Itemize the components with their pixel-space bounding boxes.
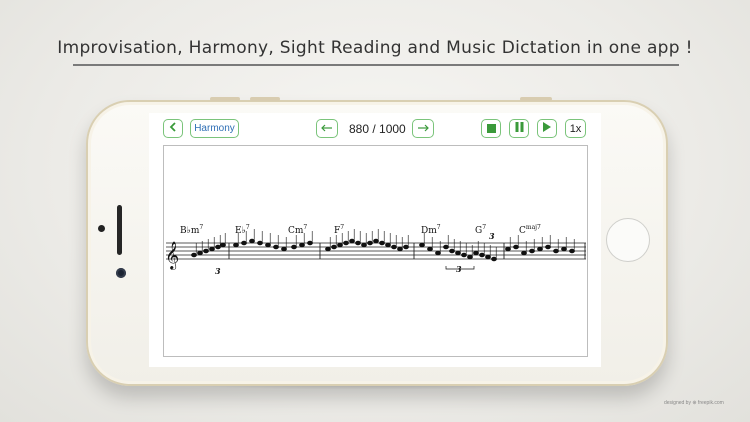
back-button[interactable]	[163, 119, 183, 138]
note-head	[307, 240, 313, 246]
note-head	[299, 242, 305, 248]
tuplet-label: 3	[489, 231, 495, 241]
mode-button[interactable]: Harmony	[190, 119, 239, 138]
music-staff: 𝄞 3 3 3	[165, 229, 586, 276]
treble-clef-icon: 𝄞	[165, 241, 179, 270]
note-head	[373, 238, 379, 244]
note-head	[367, 240, 373, 246]
note-head	[435, 250, 441, 256]
previous-exercise-button[interactable]	[316, 119, 338, 138]
note-head	[461, 252, 467, 258]
note-head	[281, 246, 287, 252]
note-group	[191, 229, 575, 262]
note-head	[343, 240, 349, 246]
stop-button[interactable]	[481, 119, 501, 138]
play-button[interactable]	[537, 119, 557, 138]
pause-icon	[515, 122, 524, 135]
note-head	[265, 242, 271, 248]
note-head	[479, 252, 485, 258]
proximity-sensor	[98, 225, 105, 232]
arrow-right-icon	[417, 123, 429, 135]
note-head	[379, 240, 385, 246]
power-button	[520, 97, 552, 101]
note-head	[249, 238, 255, 244]
headline-divider	[73, 64, 679, 66]
speaker-grille	[117, 205, 122, 255]
note-head	[361, 242, 367, 248]
note-head	[241, 240, 247, 246]
image-credit: designed by ⊕ freepik.com	[664, 400, 724, 406]
note-head	[521, 250, 527, 256]
note-head	[419, 242, 425, 248]
note-head	[397, 246, 403, 252]
mode-label: Harmony	[194, 123, 235, 134]
note-head	[273, 244, 279, 250]
volume-button	[250, 97, 280, 101]
note-head	[215, 244, 221, 250]
note-head	[427, 246, 433, 252]
note-head	[449, 248, 455, 254]
note-head	[505, 246, 511, 252]
note-head	[331, 244, 337, 250]
app-screen: Harmony 880 / 1000 1x B♭m7 E♭7 Cm7 F7 Dm…	[149, 113, 601, 367]
note-head	[485, 254, 491, 260]
note-head	[355, 240, 361, 246]
tuplet-label: 3	[215, 266, 221, 276]
play-icon	[543, 122, 551, 135]
tuplet-label: 3	[456, 264, 462, 274]
volume-button	[210, 97, 240, 101]
arrow-left-icon	[321, 123, 333, 135]
note-head	[513, 244, 519, 250]
note-head	[337, 242, 343, 248]
note-head	[553, 248, 559, 254]
note-head	[569, 248, 575, 254]
score-frame: B♭m7 E♭7 Cm7 F7 Dm7 G7 Cmaj7 𝄞 3 3 3	[163, 145, 588, 357]
note-head	[561, 246, 567, 252]
pause-button[interactable]	[509, 119, 529, 138]
chevron-left-icon	[169, 122, 177, 135]
speed-label: 1x	[569, 122, 582, 135]
note-head	[545, 244, 551, 250]
note-head	[257, 240, 263, 246]
note-head	[325, 246, 331, 252]
exercise-counter: 880 / 1000	[349, 122, 406, 136]
note-head	[291, 244, 297, 250]
note-head	[443, 244, 449, 250]
stop-icon	[486, 124, 496, 133]
note-head	[233, 242, 239, 248]
home-button[interactable]	[606, 218, 650, 262]
note-head	[191, 252, 197, 258]
headline: Improvisation, Harmony, Sight Reading an…	[57, 38, 693, 58]
note-head	[220, 242, 226, 248]
note-head	[197, 250, 203, 256]
note-head	[537, 246, 543, 252]
note-head	[491, 256, 497, 262]
note-head	[467, 254, 473, 260]
note-head	[385, 242, 391, 248]
note-head	[529, 248, 535, 254]
next-exercise-button[interactable]	[412, 119, 434, 138]
note-head	[203, 248, 209, 254]
note-head	[209, 246, 215, 252]
note-head	[473, 250, 479, 256]
note-head	[403, 244, 409, 250]
note-head	[391, 244, 397, 250]
speed-button[interactable]: 1x	[565, 119, 586, 138]
front-camera	[116, 268, 126, 278]
note-head	[349, 238, 355, 244]
note-head	[455, 250, 461, 256]
